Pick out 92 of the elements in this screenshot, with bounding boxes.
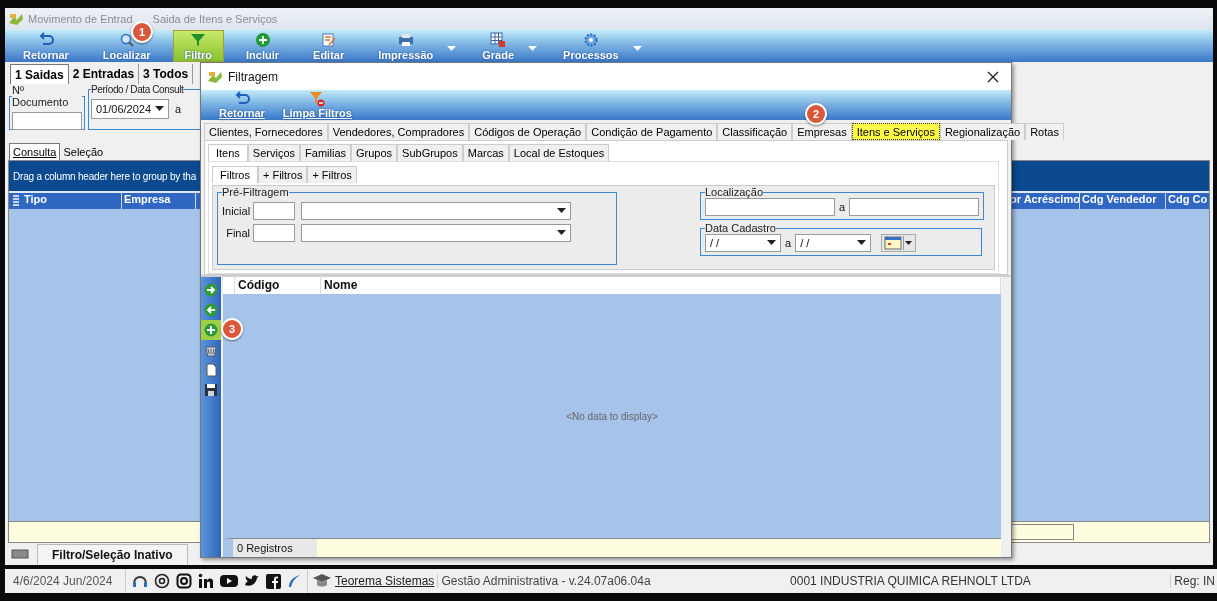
video-icon[interactable] <box>220 574 238 588</box>
filter-tab[interactable]: Filtros <box>212 166 258 183</box>
category-tab[interactable]: Códigos de Operação <box>469 123 587 140</box>
record-count: 0 Registros <box>233 539 317 557</box>
category-tab[interactable]: Itens e Serviços <box>851 123 940 140</box>
separator-label: a <box>175 103 182 115</box>
input-field[interactable] <box>849 198 980 216</box>
group-title: Data Cadastro <box>705 222 776 234</box>
arrow-right-icon <box>204 283 218 297</box>
add-icon <box>204 323 218 337</box>
caret-icon[interactable] <box>155 106 164 112</box>
category-tab[interactable]: Vendedores, Compradores <box>327 123 470 140</box>
caret-icon[interactable] <box>557 230 566 236</box>
code-field[interactable] <box>253 224 295 242</box>
filter-tab[interactable]: + Filtros <box>257 166 308 183</box>
facebook-icon[interactable] <box>266 573 281 589</box>
caret-icon[interactable] <box>767 240 776 246</box>
record-tab[interactable]: 2 Entradas <box>68 64 140 84</box>
category-tab[interactable]: Empresas <box>792 123 852 140</box>
category-tab[interactable]: Regionalização <box>939 123 1026 140</box>
date-field[interactable]: 01/06/2024 <box>91 99 169 119</box>
sub-tab[interactable]: Serviços <box>247 144 301 161</box>
sub-tab[interactable]: Itens <box>208 144 248 161</box>
dialog-title: Filtragem <box>228 69 279 84</box>
column-chooser-icon[interactable] <box>12 195 20 207</box>
sub-tab[interactable]: Familias <box>300 144 351 161</box>
arrow-left-icon <box>204 303 218 317</box>
group-title: Período / Data Consult <box>91 84 184 95</box>
basket-icon <box>204 343 218 357</box>
register-label: Reg: IN <box>1170 574 1217 588</box>
instagram-icon[interactable] <box>176 573 192 589</box>
separator-label: a <box>839 201 846 213</box>
sub-tab[interactable]: SubGrupos <box>397 144 463 161</box>
toolbar-icon <box>118 32 135 48</box>
status-panel: Filtro/Seleção Inativo <box>37 543 188 565</box>
view-tab[interactable]: Consulta <box>9 143 61 160</box>
field-label: Final <box>225 227 250 239</box>
field-label: Inicial <box>222 205 250 217</box>
record-tab[interactable]: 3 Todos <box>139 64 194 84</box>
company-label: 0001 INDUSTRIA QUIMICA REHNOLT LTDA <box>789 574 1032 588</box>
bird-icon[interactable] <box>244 574 260 588</box>
keyboard-icon <box>11 549 29 559</box>
input-field[interactable] <box>12 112 82 130</box>
code-field[interactable] <box>253 202 295 220</box>
date-field[interactable]: / / <box>795 234 872 252</box>
toolbar-icon <box>254 32 271 48</box>
caret-icon[interactable] <box>903 236 914 250</box>
view-tab[interactable]: Seleção <box>60 144 107 160</box>
group-title: Localização <box>705 186 764 198</box>
toolbar-icon <box>582 32 599 48</box>
toolbar-icon <box>397 32 414 48</box>
toolbar-icon <box>320 32 337 48</box>
category-tab[interactable]: Classificação <box>717 123 793 140</box>
toolbar-icon <box>233 91 250 107</box>
category-tab[interactable]: Rotas <box>1025 123 1064 140</box>
toolbar-icon <box>37 32 54 48</box>
record-tab[interactable]: 1 Saidas <box>10 64 69 84</box>
group-hint: Drag a column header here to group by tha <box>13 170 197 182</box>
input-field[interactable] <box>705 198 835 216</box>
date-label: 4/6/2024 Jun/2024 <box>12 574 114 588</box>
toolbar-icon <box>190 32 207 48</box>
email-icon[interactable] <box>154 573 170 589</box>
app-icon <box>8 11 24 27</box>
caret-icon[interactable] <box>857 240 867 246</box>
toolbar-icon <box>309 91 326 107</box>
group-title: Pré-Filtragem <box>222 186 289 198</box>
column-header[interactable]: Cdg Co <box>1166 193 1209 209</box>
company-link[interactable]: Teorema Sistemas <box>335 574 439 588</box>
version-label: Gestão Administrativa - v.24.07a06.04a <box>441 574 651 588</box>
sub-tab[interactable]: Marcas <box>462 144 509 161</box>
dropdown-field[interactable] <box>301 224 571 242</box>
sub-tab[interactable]: Local de Estoques <box>508 144 610 161</box>
filter-tab[interactable]: + Filtros <box>307 166 357 183</box>
empty-message: <No data to display> <box>566 410 658 422</box>
window-title: Movimento de Entrad <box>28 13 133 25</box>
calendar-button[interactable] <box>881 234 917 252</box>
toolbar-icon <box>490 32 507 48</box>
date-field[interactable]: / / <box>705 234 781 252</box>
group-title: Nº Documento <box>12 84 70 108</box>
document-icon <box>204 363 218 377</box>
window-title: Saida de Itens e Serviços <box>152 13 278 25</box>
dropdown-field[interactable] <box>301 202 571 220</box>
sub-tab[interactable]: Grupos <box>351 144 398 161</box>
calendar-icon <box>884 236 903 250</box>
save-icon <box>204 383 218 397</box>
category-tab[interactable]: Condição de Pagamento <box>586 123 718 140</box>
swoosh-icon[interactable] <box>287 574 301 588</box>
linkedin-icon[interactable] <box>198 573 214 589</box>
category-tab[interactable]: Clientes, Fornecedores <box>204 123 328 140</box>
headset-icon[interactable] <box>132 573 148 589</box>
separator-label: a <box>785 237 792 249</box>
close-icon[interactable] <box>987 70 999 83</box>
